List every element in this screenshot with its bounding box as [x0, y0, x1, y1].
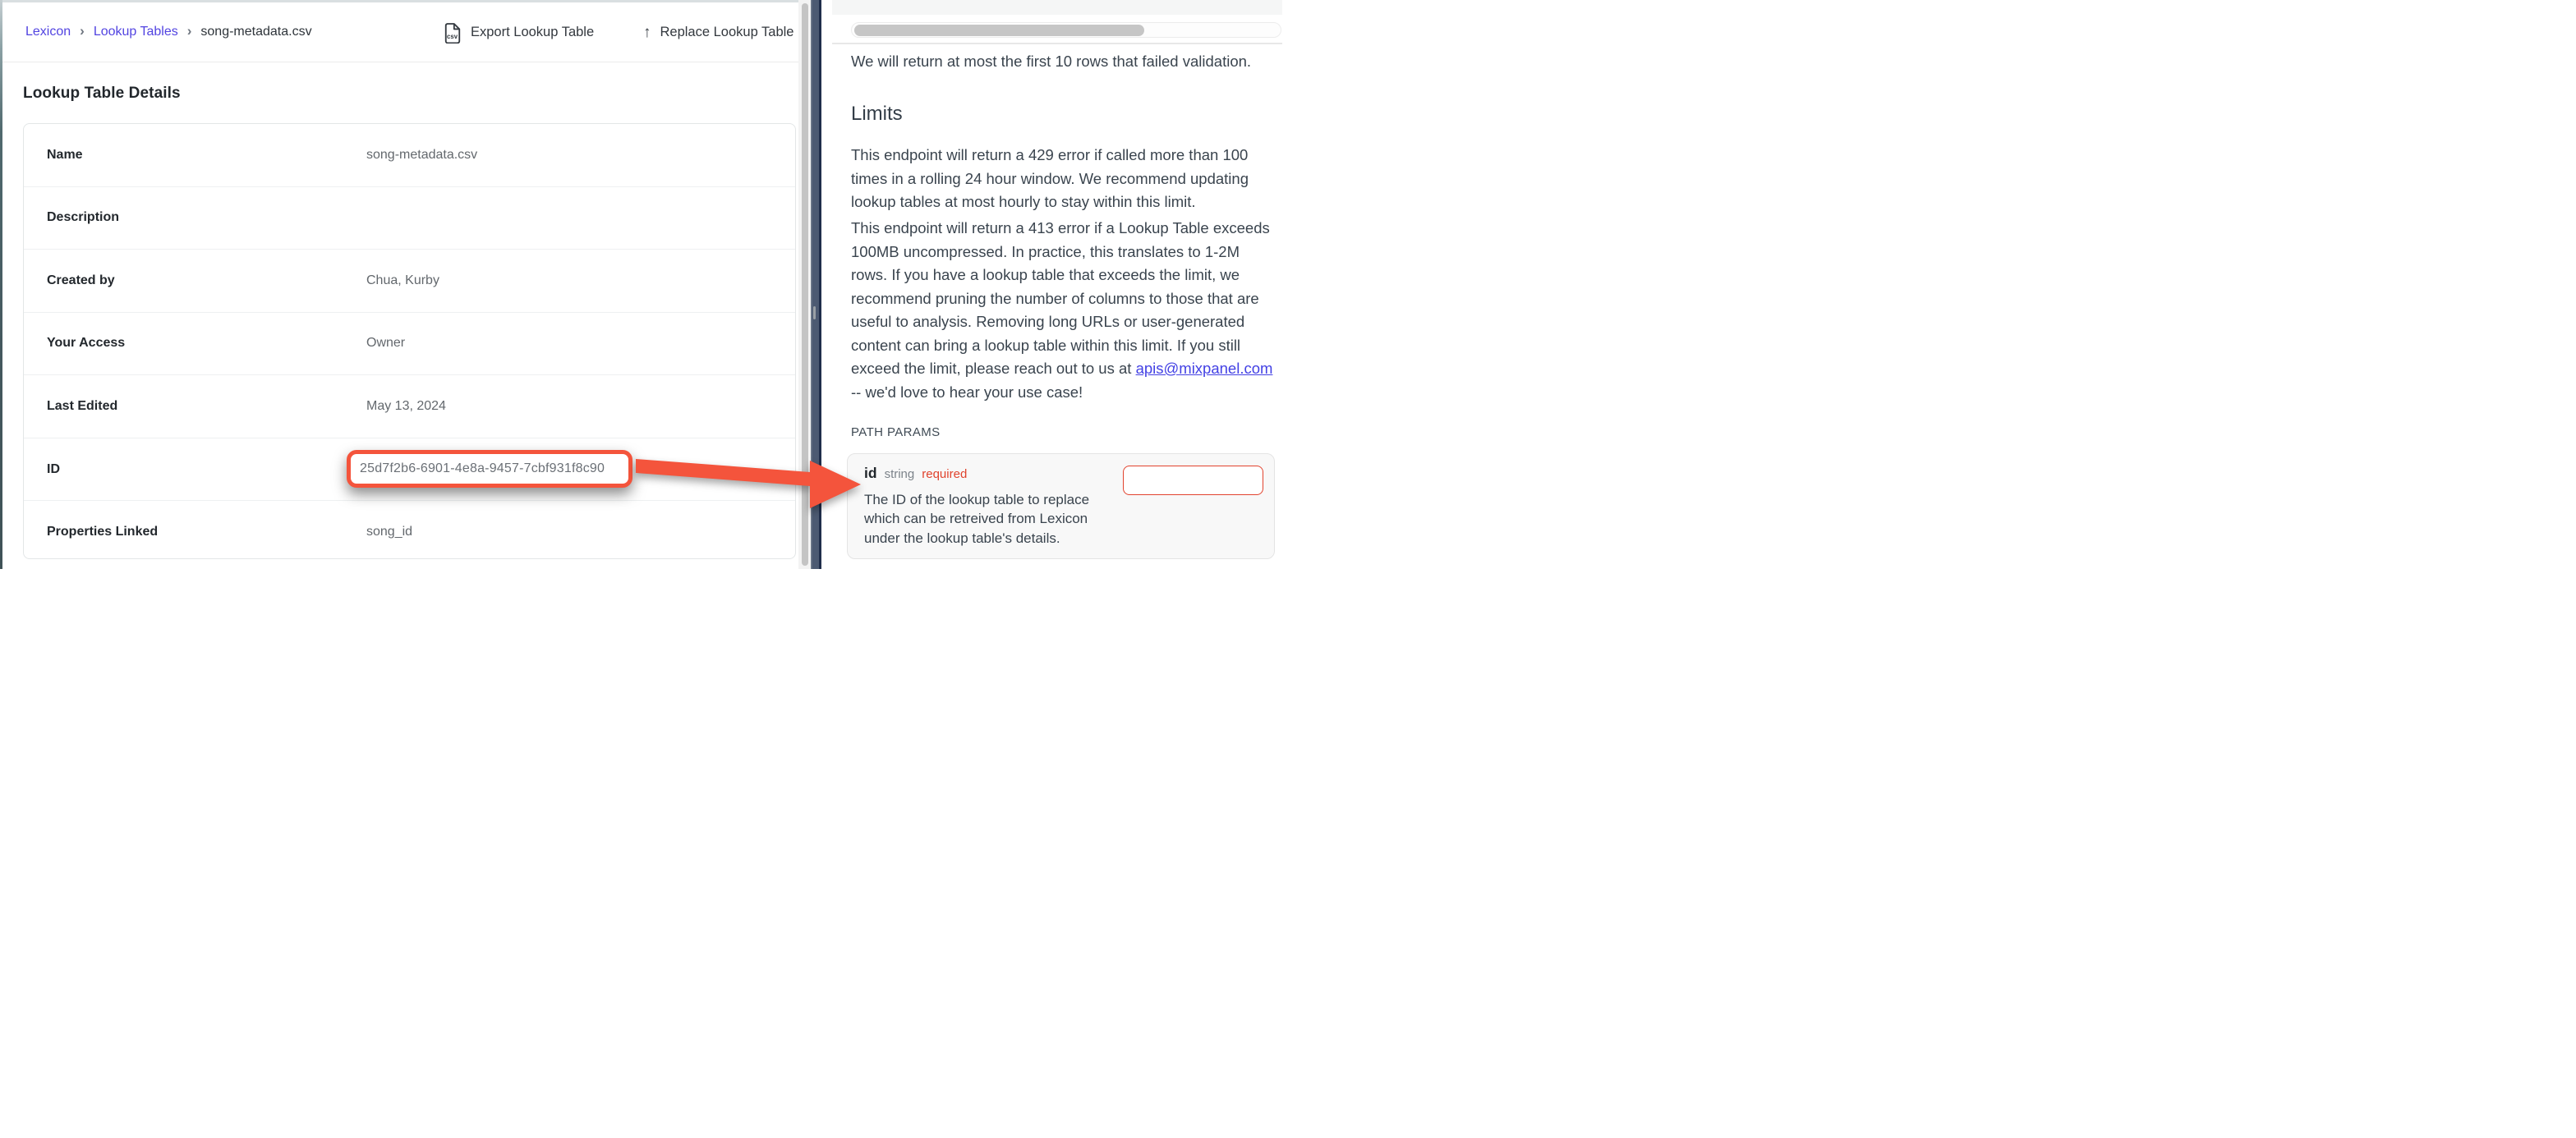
id-value: 25d7f2b6-6901-4e8a-9457-7cbf931f8c90	[360, 461, 605, 476]
window-divider	[811, 0, 821, 569]
row-value: Chua, Kurby	[366, 273, 439, 288]
row-label: Properties Linked	[47, 525, 158, 539]
path-param-card: id string required The ID of the lookup …	[847, 453, 1275, 559]
row-label: ID	[47, 462, 60, 477]
table-row-description: Description	[24, 187, 795, 250]
param-name: id	[864, 465, 877, 482]
row-value: May 13, 2024	[366, 399, 446, 414]
table-row-created-by: Created by Chua, Kurby	[24, 250, 795, 313]
upload-arrow-icon: ↑	[643, 24, 651, 42]
left-scrollbar-thumb[interactable]	[802, 3, 808, 566]
svg-text:csv: csv	[447, 32, 458, 39]
id-highlight-annotation: 25d7f2b6-6901-4e8a-9457-7cbf931f8c90	[347, 450, 632, 488]
param-id-input[interactable]	[1123, 466, 1263, 495]
export-button-label: Export Lookup Table	[471, 25, 594, 40]
docs-header-divider	[832, 43, 1282, 44]
row-label: Your Access	[47, 336, 125, 351]
limits-paragraph-2-tail: -- we'd love to hear your use case!	[851, 383, 1083, 401]
breadcrumb-current-item: song-metadata.csv	[200, 25, 311, 39]
divider-scrollbar-thumb[interactable]	[813, 306, 816, 319]
param-required-badge: required	[922, 467, 967, 481]
docs-intro-text: We will return at most the first 10 rows…	[851, 50, 1279, 74]
apis-mixpanel-email-link[interactable]: apis@mixpanel.com	[1136, 360, 1273, 377]
export-lookup-table-button[interactable]: csv Export Lookup Table	[444, 2, 594, 62]
breadcrumb-lookup-tables-link[interactable]: Lookup Tables	[94, 25, 178, 39]
breadcrumb-separator-icon: ›	[187, 23, 192, 39]
breadcrumb-separator-icon: ›	[80, 23, 85, 39]
row-label: Name	[47, 148, 83, 163]
docs-header-band	[832, 0, 1282, 15]
table-row-name: Name song-metadata.csv	[24, 124, 795, 187]
param-type: string	[885, 467, 915, 481]
row-label: Description	[47, 210, 119, 225]
replace-button-label: Replace Lookup Table	[660, 25, 794, 40]
table-row-properties-linked: Properties Linked song_id	[24, 501, 795, 563]
lookup-table-details-card: Name song-metadata.csv Description Creat…	[23, 123, 796, 559]
limits-paragraph-2: This endpoint will return a 413 error if…	[851, 217, 1279, 404]
param-description: The ID of the lookup table to replace wh…	[864, 490, 1111, 548]
limits-heading: Limits	[851, 103, 903, 126]
replace-lookup-table-button[interactable]: ↑ Replace Lookup Table	[643, 2, 794, 62]
row-value: Owner	[366, 336, 405, 351]
csv-file-icon: csv	[444, 22, 462, 44]
limits-paragraph-1: This endpoint will return a 429 error if…	[851, 144, 1279, 214]
table-row-last-edited: Last Edited May 13, 2024	[24, 375, 795, 438]
row-label: Created by	[47, 273, 115, 288]
docs-horizontal-scrollbar-thumb[interactable]	[854, 25, 1144, 36]
table-row-your-access: Your Access Owner	[24, 313, 795, 376]
path-params-label: PATH PARAMS	[851, 425, 941, 439]
song-id-link[interactable]: song_id	[366, 525, 412, 539]
page-title: Lookup Table Details	[23, 85, 181, 103]
row-value: song-metadata.csv	[366, 148, 477, 163]
param-header: id string required	[864, 465, 967, 482]
limits-paragraph-2-text: This endpoint will return a 413 error if…	[851, 219, 1270, 377]
row-label: Last Edited	[47, 399, 117, 414]
breadcrumb-lexicon-link[interactable]: Lexicon	[25, 25, 71, 39]
